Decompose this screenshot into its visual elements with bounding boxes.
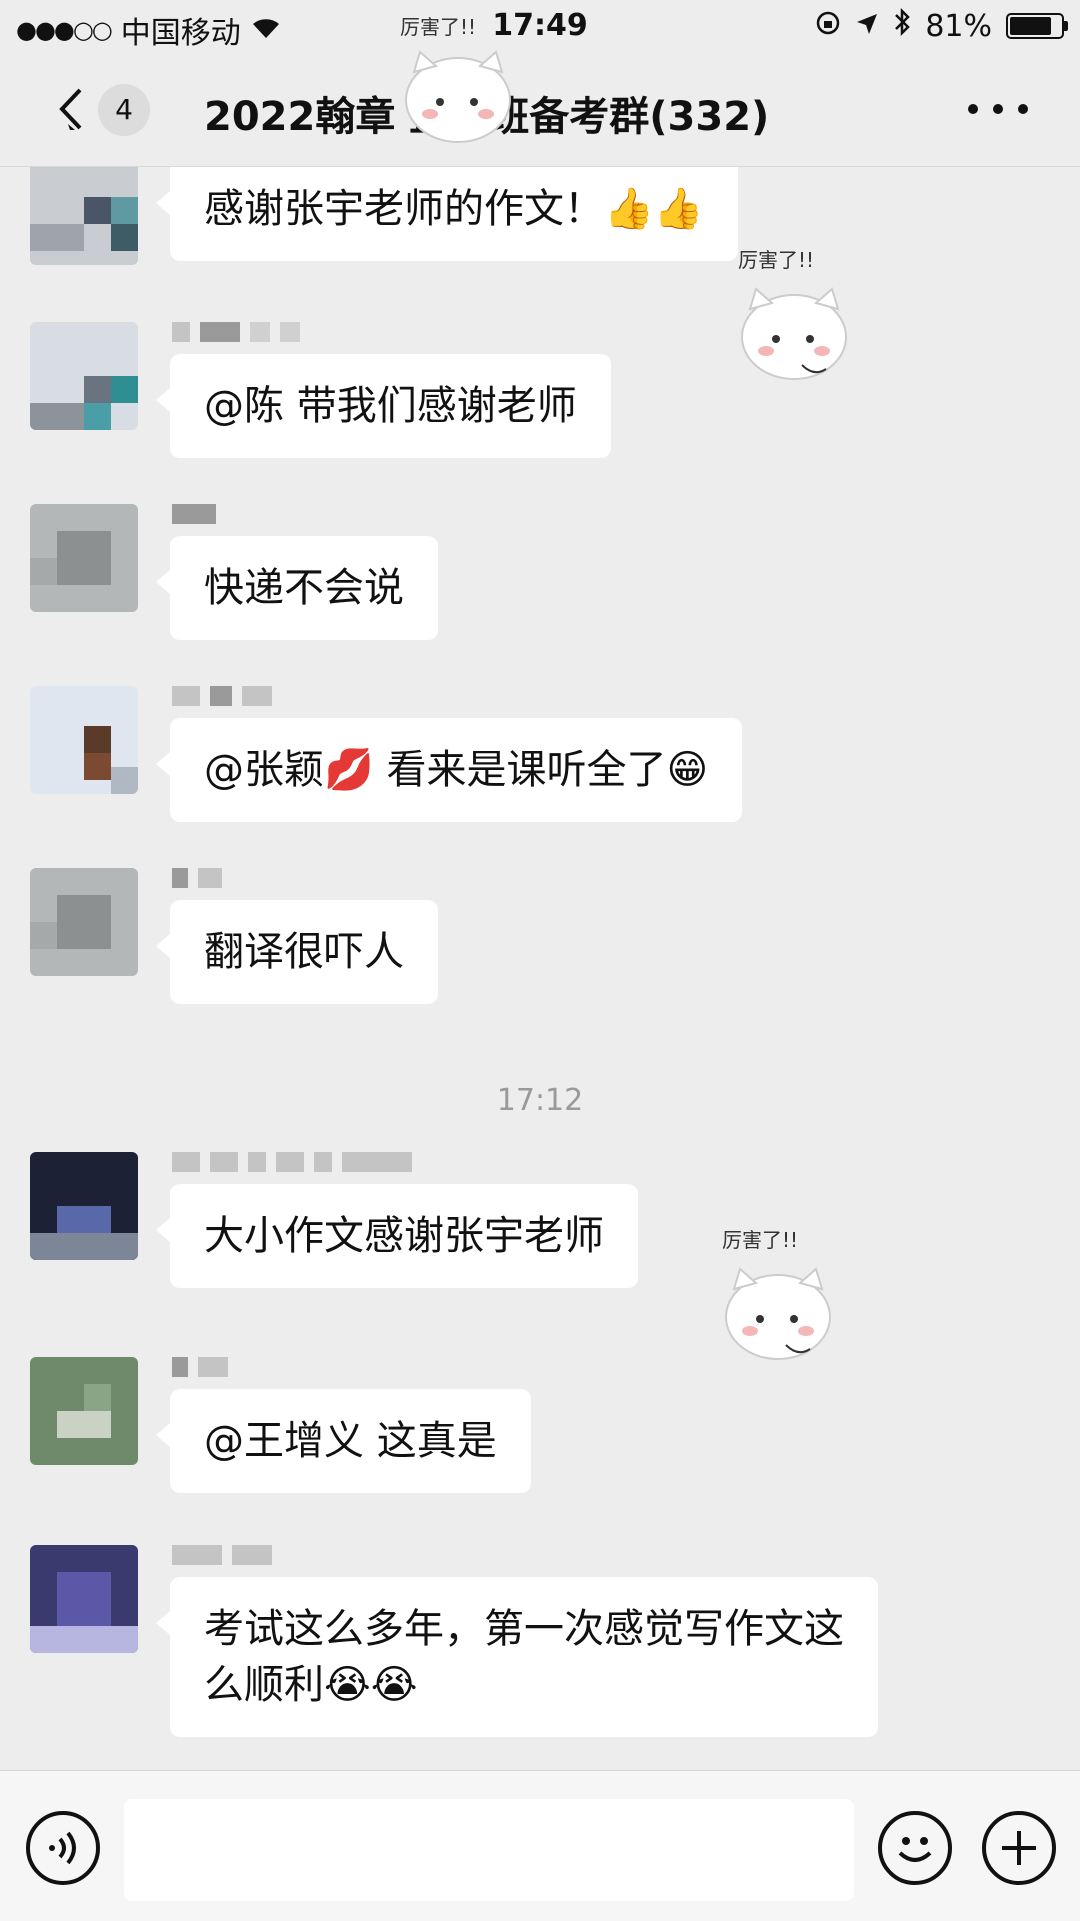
message-list[interactable]: 感谢张宇老师的作文！👍👍 厉害了!! @陈 带我们感谢老师 快递不会说 @张颖💋… (0, 167, 1080, 1770)
bluetooth-icon (893, 7, 911, 44)
sender-name-redacted (172, 1545, 272, 1569)
battery-fill (1010, 17, 1051, 35)
svg-text:厉害了!!: 厉害了!! (738, 248, 814, 272)
message-bubble[interactable]: 大小作文感谢张宇老师 (156, 1184, 638, 1288)
message-bubble[interactable]: 考试这么多年，第一次感觉写作文这么顺利😭😭 (156, 1577, 878, 1737)
avatar[interactable] (30, 167, 138, 265)
status-right: 81% (815, 7, 1068, 44)
cat-sticker: 厉害了!! (400, 14, 540, 164)
avatar[interactable] (30, 504, 138, 612)
sender-name-redacted (172, 868, 222, 892)
message-bubble[interactable]: 感谢张宇老师的作文！👍👍 (156, 167, 738, 261)
message-bubble[interactable]: 快递不会说 (156, 536, 438, 640)
emoji-icon[interactable] (878, 1811, 952, 1885)
rotation-lock-icon (815, 9, 841, 44)
chat-header: 4 2022翰章 直播班备考群(332) (0, 54, 1080, 167)
avatar[interactable] (30, 1357, 138, 1465)
message-bubble[interactable]: @王增义 这真是 (156, 1389, 531, 1493)
status-bar: ●●●○○ 中国移动 17:49 81% (0, 0, 1080, 54)
sender-name-redacted (172, 504, 216, 528)
sender-name-redacted (172, 686, 272, 710)
more-dots-icon[interactable] (968, 84, 1028, 134)
avatar[interactable] (30, 686, 138, 794)
avatar[interactable] (30, 868, 138, 976)
plus-icon[interactable] (982, 1811, 1056, 1885)
battery-percent: 81% (925, 8, 992, 44)
cat-sticker[interactable]: 厉害了!! (732, 247, 872, 397)
unread-count-badge[interactable]: 4 (98, 84, 150, 136)
message-input[interactable] (124, 1799, 854, 1901)
input-bar (0, 1770, 1080, 1921)
avatar[interactable] (30, 1152, 138, 1260)
time-divider: 17:12 (496, 1083, 584, 1118)
chevron-left-icon[interactable] (50, 84, 100, 134)
svg-text:厉害了!!: 厉害了!! (722, 1228, 798, 1252)
message-bubble[interactable]: @陈 带我们感谢老师 (156, 354, 611, 458)
location-arrow-icon (855, 9, 879, 44)
svg-text:厉害了!!: 厉害了!! (400, 15, 476, 39)
voice-icon[interactable] (26, 1811, 100, 1885)
sender-name-redacted (172, 322, 300, 346)
sender-name-redacted (172, 1357, 228, 1381)
cat-sticker[interactable]: 厉害了!! (716, 1227, 856, 1377)
message-bubble[interactable]: @张颖💋 看来是课听全了😁 (155, 718, 743, 822)
battery-icon (1006, 13, 1068, 39)
sender-name-redacted (172, 1152, 412, 1176)
message-bubble[interactable]: 翻译很吓人 (156, 900, 438, 1004)
avatar[interactable] (30, 322, 138, 430)
avatar[interactable] (30, 1545, 138, 1653)
